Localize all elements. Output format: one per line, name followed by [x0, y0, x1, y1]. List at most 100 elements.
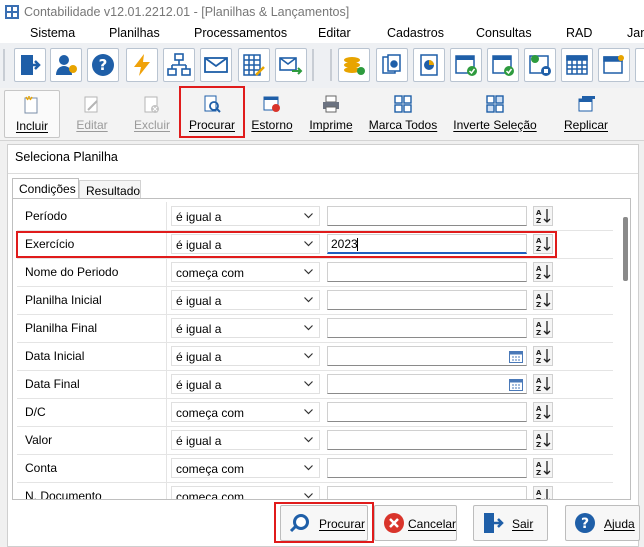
sort-toggle-button[interactable]: AZ	[533, 290, 553, 310]
procurar-button[interactable]: Procurar	[280, 505, 368, 541]
calendar-stop-button[interactable]	[524, 48, 556, 82]
menu-sistema[interactable]: Sistema	[30, 26, 75, 40]
sort-az-icon: AZ	[536, 293, 551, 308]
pie-chart-doc-button[interactable]	[413, 48, 445, 82]
sort-toggle-button[interactable]: AZ	[533, 206, 553, 226]
sort-toggle-button[interactable]: AZ	[533, 346, 553, 366]
estorno-button[interactable]: Estorno	[248, 90, 296, 136]
sort-toggle-button[interactable]: AZ	[533, 234, 553, 254]
operator-value: começa com	[176, 406, 245, 420]
calendar-icon[interactable]	[509, 378, 523, 391]
value-input[interactable]	[327, 486, 527, 499]
replicar-button[interactable]: Replicar	[560, 90, 612, 136]
ajuda-button[interactable]: ? Ajuda	[565, 505, 640, 541]
value-input[interactable]	[327, 430, 527, 450]
marca-todos-button[interactable]: Marca Todos	[367, 90, 439, 136]
condition-field-label: Data Inicial	[25, 349, 85, 363]
svg-text:A: A	[536, 321, 542, 329]
chevron-down-icon	[304, 409, 313, 415]
sort-toggle-button[interactable]: AZ	[533, 430, 553, 450]
help-button[interactable]: ?	[87, 48, 119, 82]
sort-az-icon: AZ	[536, 489, 550, 499]
value-input[interactable]: 2023	[327, 234, 527, 254]
menu-editar[interactable]: Editar	[318, 26, 351, 40]
lightning-button[interactable]	[126, 48, 158, 82]
sort-toggle-button[interactable]: AZ	[533, 458, 553, 478]
printer-icon	[323, 95, 339, 113]
mail-icon	[204, 57, 228, 73]
mail-forward-button[interactable]	[275, 48, 307, 82]
menu-consultas[interactable]: Consultas	[476, 26, 532, 40]
coins-refresh-button[interactable]	[338, 48, 370, 82]
svg-text:A: A	[536, 377, 542, 385]
sort-toggle-button[interactable]: AZ	[533, 402, 553, 422]
value-input[interactable]	[327, 262, 527, 282]
value-input[interactable]	[327, 318, 527, 338]
svg-text:Z: Z	[536, 245, 541, 252]
value-input[interactable]	[327, 458, 527, 478]
calendar-check-2-button[interactable]	[487, 48, 519, 82]
spreadsheet-edit-button[interactable]	[238, 48, 270, 82]
condition-row: Conta começa com A Z	[17, 454, 613, 483]
documents-button[interactable]	[376, 48, 408, 82]
condition-row: Valor é igual a AZ	[17, 426, 613, 455]
incluir-button[interactable]: Incluir	[4, 90, 60, 138]
operator-value: começa com	[176, 462, 245, 476]
operator-select[interactable]: é igual a	[171, 430, 320, 450]
operator-select[interactable]: é igual a	[171, 374, 320, 394]
sort-toggle-button[interactable]: AZ	[533, 262, 553, 282]
sair-button[interactable]: Sair	[473, 505, 548, 541]
value-input[interactable]	[327, 346, 527, 366]
sort-toggle-button[interactable]: AZ	[533, 318, 553, 338]
sort-toggle-button[interactable]: AZ	[533, 374, 553, 394]
operator-select[interactable]: começa com	[171, 262, 320, 282]
window-new-button[interactable]	[598, 48, 630, 82]
chevron-down-icon	[304, 297, 313, 303]
condition-field-label: Conta	[25, 461, 58, 475]
operator-select[interactable]: é igual a	[171, 206, 320, 226]
menu-janela[interactable]: Jan	[627, 26, 644, 40]
operator-select[interactable]: é igual a	[171, 318, 320, 338]
operator-select[interactable]: é igual a	[171, 290, 320, 310]
sort-toggle-button[interactable]: AZ	[533, 486, 553, 499]
procurar-toolbar-button[interactable]: Procurar	[184, 90, 240, 136]
users-button[interactable]	[50, 48, 82, 82]
operator-select[interactable]: começa com	[171, 486, 320, 499]
tab-resultado[interactable]: Resultado	[79, 180, 141, 198]
value-input[interactable]	[327, 402, 527, 422]
operator-select[interactable]: começa com	[171, 458, 320, 478]
value-input[interactable]	[327, 374, 527, 394]
excluir-button[interactable]: Excluir	[125, 90, 179, 136]
value-input[interactable]	[327, 290, 527, 310]
operator-select[interactable]: é igual a	[171, 346, 320, 366]
org-chart-button[interactable]	[163, 48, 195, 82]
menu-rad[interactable]: RAD	[566, 26, 592, 40]
spreadsheet-edit-icon	[243, 54, 265, 76]
operator-select[interactable]: começa com	[171, 402, 320, 422]
operator-select[interactable]: é igual a	[171, 234, 320, 254]
imprime-button[interactable]: Imprime	[307, 90, 355, 136]
chevron-down-icon	[304, 437, 313, 443]
condition-field-label: Nome do Periodo	[25, 265, 119, 279]
value-text: 2023	[331, 237, 358, 251]
cancelar-button[interactable]: Cancelar	[374, 505, 457, 541]
calendar-check-button[interactable]	[450, 48, 482, 82]
calendar-grid-icon	[566, 55, 588, 75]
editar-button[interactable]: Editar	[65, 90, 119, 136]
vertical-scrollbar[interactable]	[623, 217, 628, 281]
mail-button[interactable]	[200, 48, 232, 82]
svg-text:Z: Z	[536, 217, 541, 224]
tab-condicoes[interactable]: Condições	[12, 178, 79, 198]
value-input[interactable]	[327, 206, 527, 226]
menu-cadastros[interactable]: Cadastros	[387, 26, 444, 40]
calendar-grid-button[interactable]	[561, 48, 593, 82]
replicate-icon	[578, 96, 595, 112]
calendar-icon[interactable]	[509, 350, 523, 363]
window-title: Contabilidade v12.01.2212.01 - [Planilha…	[24, 5, 350, 19]
inverte-selecao-button[interactable]: Inverte Seleção	[452, 90, 538, 136]
exit-button[interactable]	[14, 48, 46, 82]
svg-text:Z: Z	[536, 357, 541, 364]
more-toolbar-button[interactable]	[635, 48, 644, 82]
menu-processamentos[interactable]: Processamentos	[194, 26, 287, 40]
menu-planilhas[interactable]: Planilhas	[109, 26, 160, 40]
